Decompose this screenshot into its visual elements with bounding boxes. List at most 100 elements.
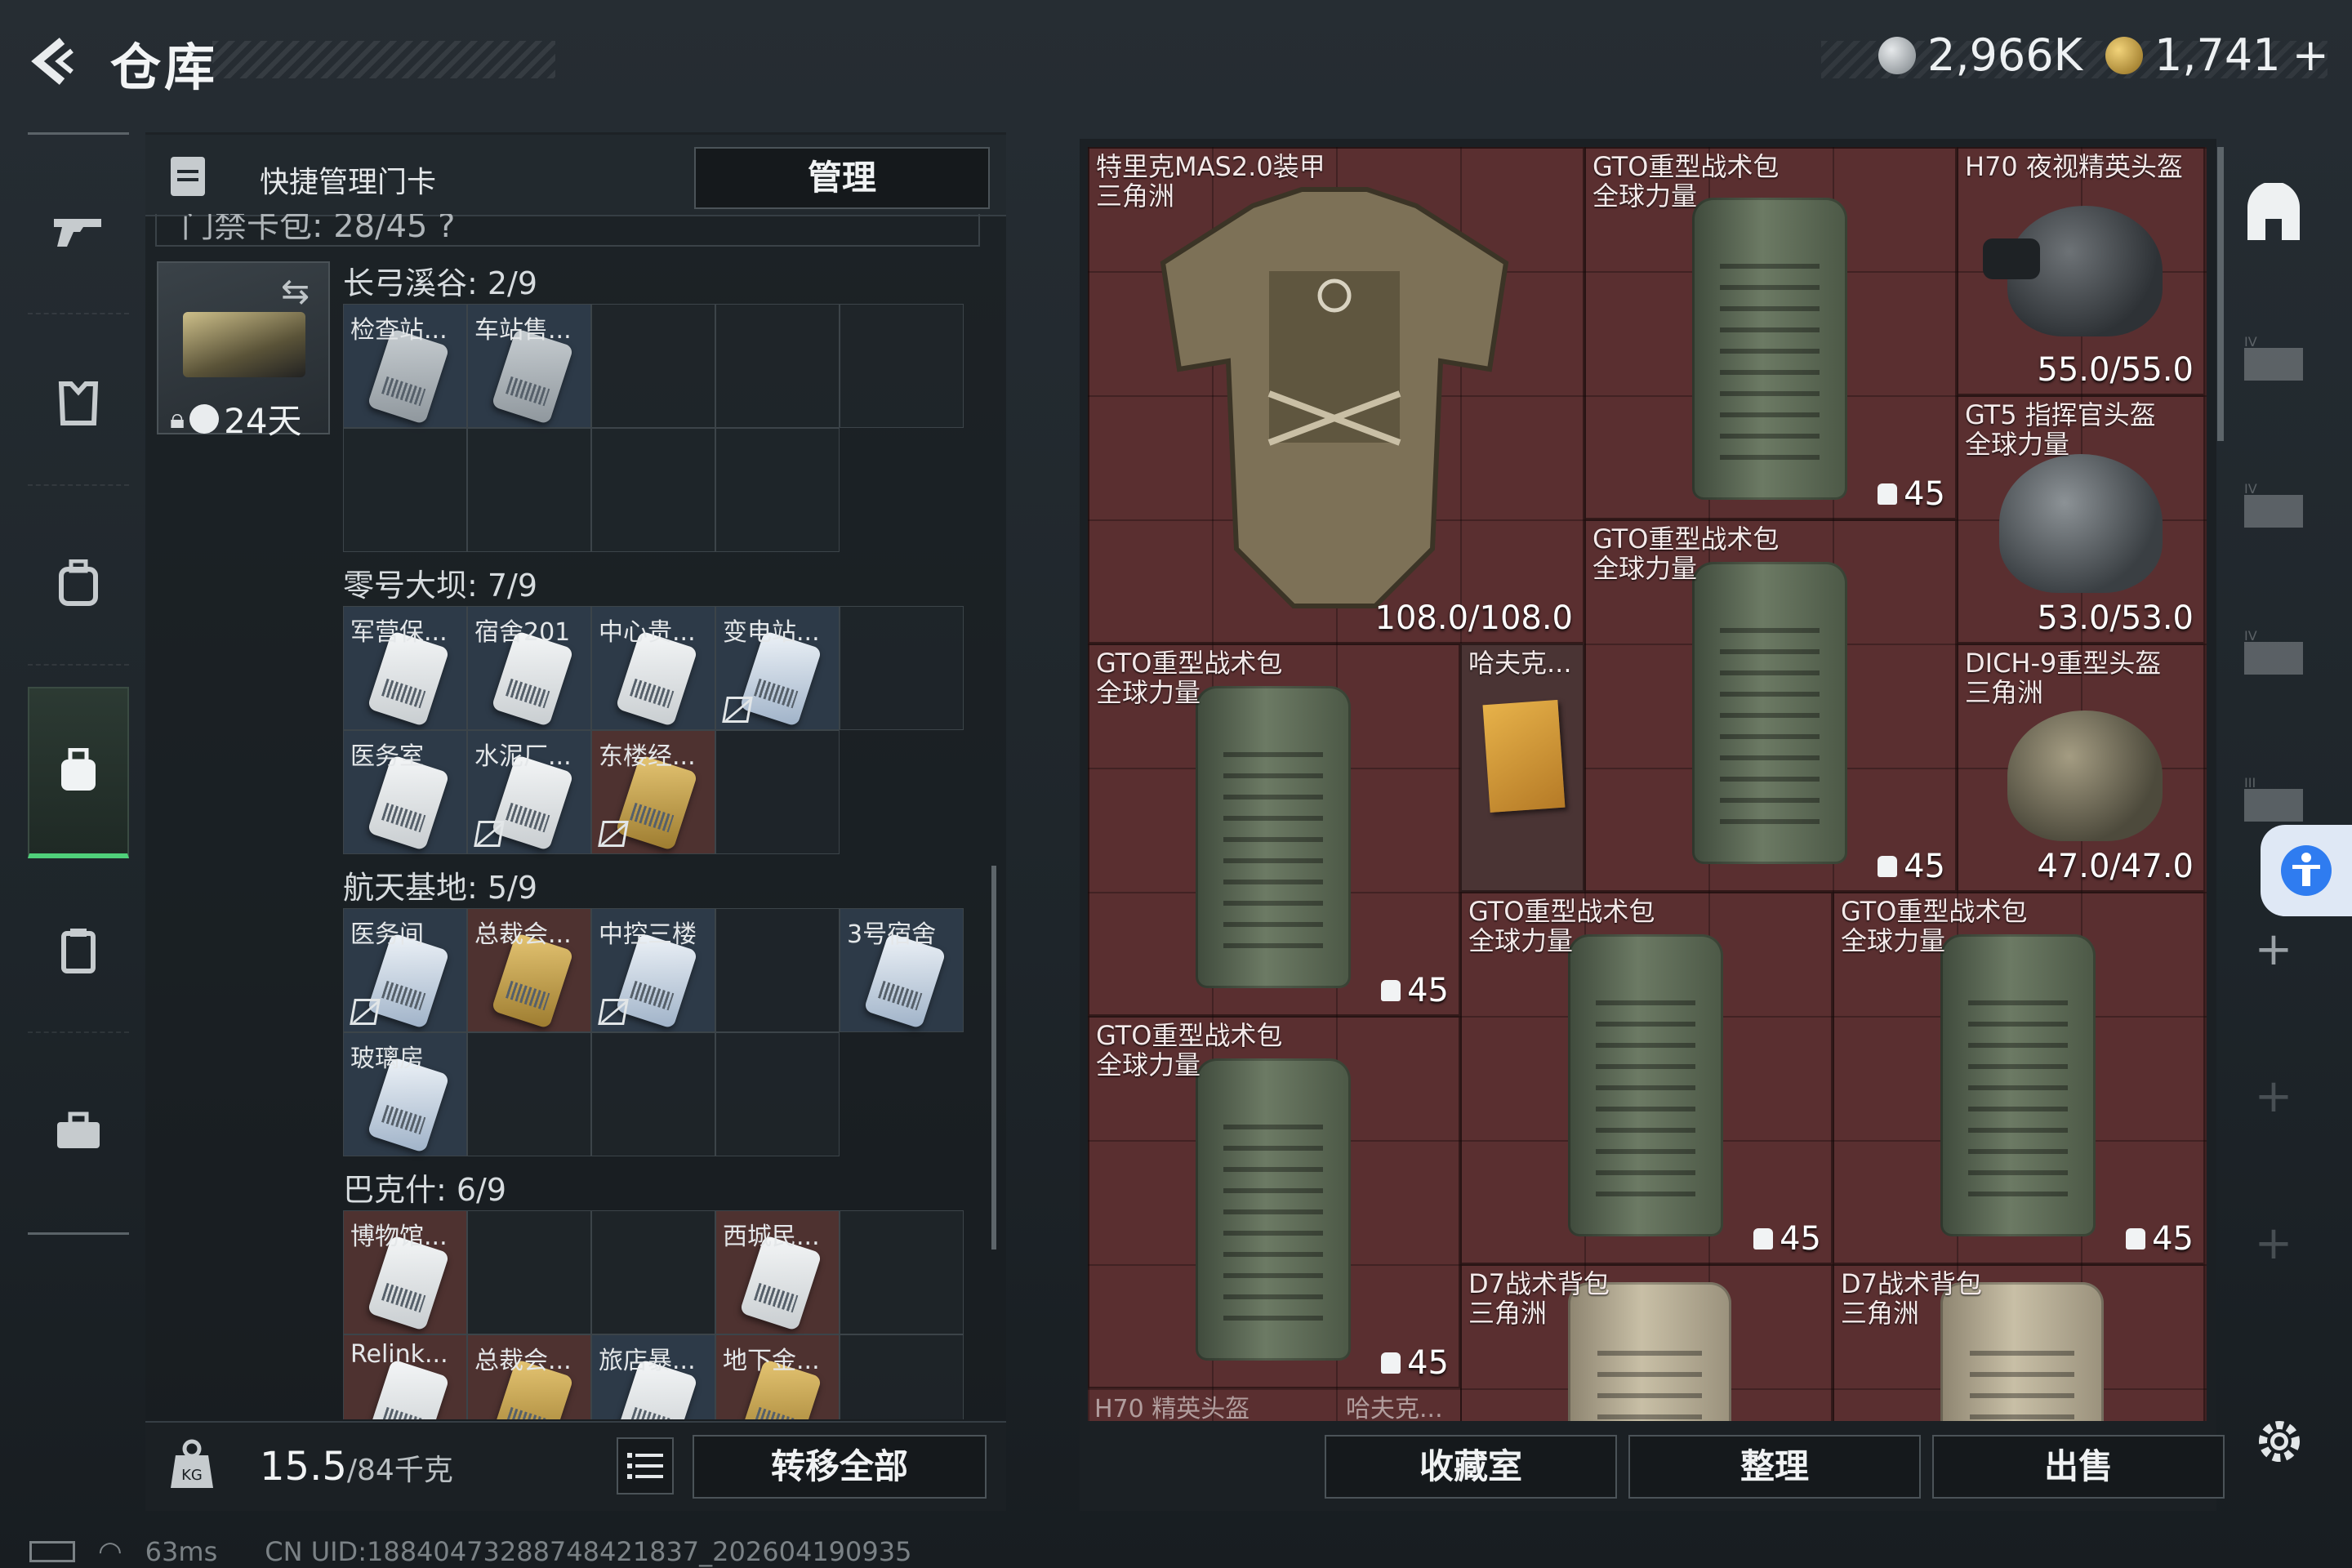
keycard-slot[interactable]: 医务间 [343, 908, 467, 1032]
left-nav [28, 132, 129, 1235]
item-name: D7战术背包 [1468, 1268, 1610, 1299]
keycard-slot[interactable]: 东楼经... [591, 730, 715, 854]
transfer-all-button[interactable]: 转移全部 [693, 1435, 987, 1499]
item-name: GTO重型战术包 [1096, 648, 1283, 679]
empty-slot [840, 1334, 964, 1419]
card-pack-count: 门禁卡包: 28/45 ? [155, 214, 980, 247]
empty-slot [467, 428, 591, 552]
backpack-image [1196, 1058, 1351, 1361]
empty-slot [591, 1032, 715, 1156]
item-name: H70 精英头盔 [1094, 1395, 1250, 1423]
empty-slot [343, 428, 467, 552]
keycard-slot[interactable]: 检查站... [343, 304, 467, 428]
backpack-image [1692, 562, 1847, 864]
sell-button[interactable]: 出售 [1932, 1435, 2225, 1499]
nav-weapons[interactable] [28, 151, 129, 314]
no-collect-icon [350, 999, 381, 1025]
arrange-button[interactable]: 整理 [1628, 1435, 1921, 1499]
tier4-case-icon[interactable]: IV [2239, 621, 2308, 689]
add-page-button[interactable]: + [2223, 923, 2324, 976]
capacity: 45 [1878, 848, 1945, 885]
nav-armor[interactable] [28, 323, 129, 486]
keycard-slot[interactable]: 地下金... [715, 1334, 840, 1419]
section-title: 巴克什: 6/9 [343, 1172, 507, 1208]
keycard-case-image [183, 312, 305, 377]
durability: 47.0/47.0 [2037, 848, 2194, 885]
backpack-image [1196, 686, 1351, 988]
nav-keycards[interactable] [28, 687, 129, 858]
stash-item-helmet[interactable]: DICH-9重型头盔 三角洲 47.0/47.0 [1957, 644, 2205, 892]
capacity-icon [1753, 1228, 1774, 1250]
add-page-button[interactable]: + [2223, 1070, 2324, 1123]
no-collect-icon [598, 999, 629, 1025]
keycard-slot[interactable]: Relink... [343, 1334, 467, 1419]
keycard-slot[interactable]: 宿舍201 [467, 606, 591, 730]
keycard-slot[interactable]: 玻璃房 [343, 1032, 467, 1156]
nav-backpack[interactable] [28, 502, 129, 666]
keycard-slot[interactable]: 军营保... [343, 606, 467, 730]
stash-item-backpack[interactable]: GTO重型战术包 全球力量 45 [1088, 644, 1460, 1016]
add-page-button[interactable]: + [2223, 1217, 2324, 1270]
grid-gap [840, 428, 964, 552]
keycard-slot[interactable]: 3号宿舍 [840, 908, 964, 1032]
nav-cards[interactable] [28, 870, 129, 1033]
item-name: GTO重型战术包 [1468, 896, 1655, 927]
keycard-slot[interactable]: 西城民... [715, 1210, 840, 1334]
empty-slot [840, 606, 964, 730]
keycard-slot[interactable]: 旅店暴... [591, 1334, 715, 1419]
keycard-slot[interactable]: 中心贵... [591, 606, 715, 730]
item-source: 三角洲 [1096, 180, 1175, 212]
keycard-slot[interactable]: 水泥厂... [467, 730, 591, 854]
heavy-helmet-image [2007, 710, 2163, 841]
tier4-case-icon[interactable]: IV [2239, 474, 2308, 542]
stash-item-backpack[interactable]: GTO重型战术包 全球力量 45 [1584, 519, 1957, 892]
item-name: GTO重型战术包 [1841, 896, 2028, 927]
keycard-case[interactable]: ⇆ 🔒︎ 24天 [157, 261, 330, 441]
keycard-bag-icon [61, 748, 96, 791]
keycard-slot[interactable]: 中控三楼 [591, 908, 715, 1032]
keycard-grid-changgong: 检查站... 车站售... [343, 304, 964, 552]
empty-slot [715, 428, 840, 552]
accessibility-button[interactable] [2261, 825, 2352, 916]
armor-vest-image [1160, 187, 1509, 608]
settings-gear-icon[interactable] [2243, 1405, 2316, 1478]
stash-item-backpack[interactable]: GTO重型战术包 全球力量 45 [1460, 892, 1833, 1264]
list-view-button[interactable] [617, 1437, 674, 1494]
keycard-grid-bakesh: 博物馆... 西城民... Relink... 总裁会... 旅店暴... 地下… [343, 1210, 964, 1419]
swap-icon[interactable]: ⇆ [281, 271, 310, 311]
empty-slot [715, 304, 840, 428]
back-icon[interactable] [24, 33, 82, 90]
manage-button[interactable]: 管理 [694, 147, 990, 209]
stash-item-document[interactable]: 哈夫克... [1460, 644, 1584, 892]
card-icon [61, 929, 96, 973]
stash-item-helmet[interactable]: H70 夜视精英头盔 55.0/55.0 [1957, 147, 2205, 395]
item-name: 哈夫克... [1346, 1395, 1443, 1423]
currency-gold[interactable]: 1,741 + [2105, 29, 2329, 81]
stash-item-armor[interactable]: 特里克MAS2.0装甲 三角洲 108.0/108.0 [1088, 147, 1584, 644]
no-collect-icon [722, 697, 753, 723]
add-currency-button[interactable]: + [2292, 29, 2329, 81]
svg-text:IV: IV [2244, 483, 2257, 497]
stash-item-backpack[interactable]: GTO重型战术包 全球力量 45 [1584, 147, 1957, 519]
stash-item-helmet[interactable]: GT5 指挥官头盔 全球力量 53.0/53.0 [1957, 395, 2205, 644]
keycard-slot[interactable]: 博物馆... [343, 1210, 467, 1334]
document-image [1482, 699, 1566, 813]
clock-icon [189, 403, 220, 434]
keycard-scrollbar[interactable] [991, 866, 996, 1250]
stash-home-icon[interactable] [2239, 180, 2308, 248]
collection-room-button[interactable]: 收藏室 [1325, 1435, 1617, 1499]
quick-manage-label: 快捷管理门卡 [260, 166, 437, 199]
durability: 53.0/53.0 [2037, 599, 2194, 637]
section-title: 长弓溪谷: 2/9 [343, 265, 538, 301]
keycard-slot[interactable]: 医务室 [343, 730, 467, 854]
item-name: DICH-9重型头盔 [1965, 648, 2162, 679]
stash-item-backpack[interactable]: GTO重型战术包 全球力量 45 [1088, 1016, 1460, 1388]
keycard-slot[interactable]: 总裁会... [467, 1334, 591, 1419]
keycard-slot[interactable]: 变电站... [715, 606, 840, 730]
nav-cases[interactable] [28, 1049, 129, 1213]
stash-item-backpack[interactable]: GTO重型战术包 全球力量 45 [1833, 892, 2205, 1264]
keycard-slot[interactable]: 车站售... [467, 304, 591, 428]
tier4-case-icon[interactable]: IV [2239, 327, 2308, 395]
keycard-slot[interactable]: 总裁会... [467, 908, 591, 1032]
capacity-icon [1381, 980, 1401, 1001]
